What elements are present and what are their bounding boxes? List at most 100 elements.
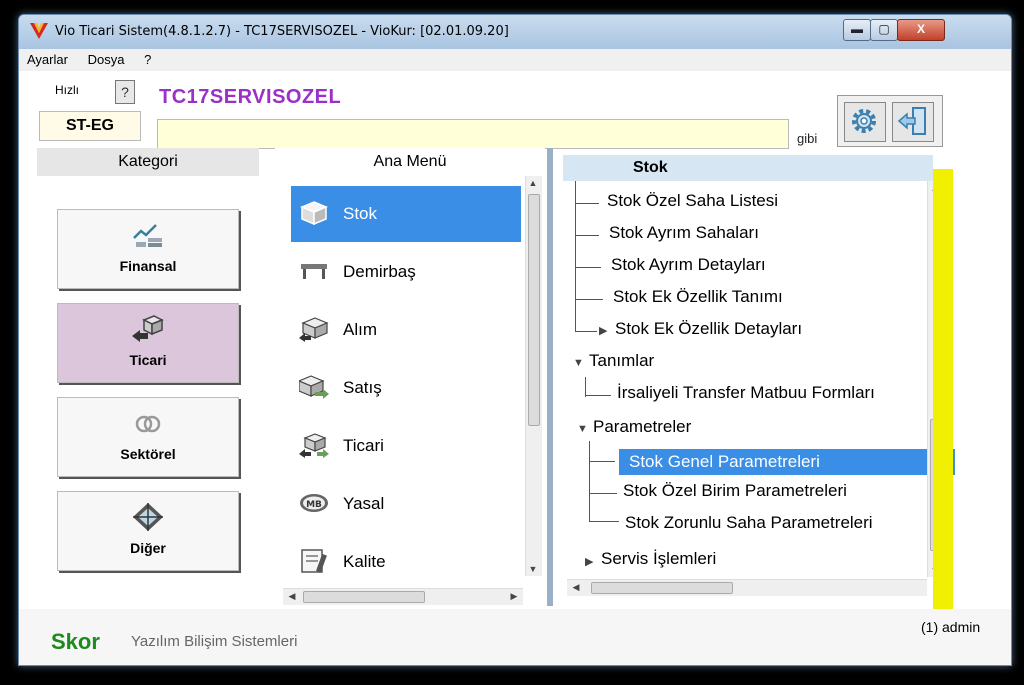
scroll-left-arrow-icon[interactable]: ◀ xyxy=(285,591,299,602)
menu-item-label: Kalite xyxy=(343,552,386,571)
tree-item[interactable]: Stok Ek Özellik Detayları xyxy=(615,319,802,339)
tree-line xyxy=(589,461,615,462)
diamond-icon xyxy=(133,503,163,531)
scroll-left-arrow-icon[interactable]: ◀ xyxy=(569,582,583,593)
main-menu-vscroll[interactable]: ▲ ▼ xyxy=(525,176,542,576)
brand-company: Yazılım Bilişim Sistemleri xyxy=(131,633,298,650)
exit-button[interactable] xyxy=(892,102,934,142)
category-finansal[interactable]: Finansal xyxy=(57,209,239,289)
search-input[interactable] xyxy=(157,119,789,149)
tree-item[interactable]: Stok Zorunlu Saha Parametreleri xyxy=(625,513,873,533)
window-title: Vio Ticari Sistem(4.8.1.2.7) - TC17SERVI… xyxy=(55,24,509,39)
scroll-thumb[interactable] xyxy=(303,591,425,603)
tree-item[interactable]: Stok Özel Birim Parametreleri xyxy=(623,481,847,501)
brand-logo: Skor xyxy=(51,629,100,654)
menu-item-stok[interactable]: Stok xyxy=(291,186,521,242)
main-menu-header: Ana Menü xyxy=(275,148,545,176)
tree-item[interactable]: Stok Ek Özellik Tanımı xyxy=(613,287,783,307)
category-label: Finansal xyxy=(119,258,177,274)
tree-node-servis[interactable]: Servis İşlemleri xyxy=(601,549,716,569)
gibi-label: gibi xyxy=(797,131,818,146)
expand-arrow-icon[interactable]: ▶ xyxy=(599,324,607,337)
menu-item-label: Alım xyxy=(343,320,377,339)
rings-icon xyxy=(135,415,161,433)
tree-line xyxy=(585,377,586,397)
tree-hscroll[interactable]: ◀ xyxy=(567,579,927,596)
scroll-right-arrow-icon[interactable]: ▶ xyxy=(507,591,521,602)
tree-item[interactable]: Stok Özel Saha Listesi xyxy=(607,191,778,211)
main-menu-list: Stok Demirbaş Alım Satış Ticari MB Yasal… xyxy=(275,176,543,606)
hizli-label: Hızlı xyxy=(55,83,79,97)
category-label: Diğer xyxy=(130,540,166,556)
menu-item-label: Ticari xyxy=(343,436,384,455)
help-button[interactable]: ? xyxy=(115,80,135,104)
tree-line xyxy=(575,331,597,332)
table-icon xyxy=(301,264,327,279)
tree-line xyxy=(589,441,590,521)
category-sektorel[interactable]: Sektörel xyxy=(57,397,239,477)
toolbar-group xyxy=(837,95,943,147)
stok-header-label: Stok xyxy=(633,159,668,176)
menu-item-satis[interactable]: Satış xyxy=(291,360,521,416)
current-user: (1) admin xyxy=(921,619,981,635)
chart-coins-icon xyxy=(133,224,162,247)
tree-line xyxy=(575,235,599,236)
expand-arrow-icon[interactable]: ▶ xyxy=(585,555,593,568)
menu-item-label: Demirbaş xyxy=(343,262,416,281)
menu-item-label: Yasal xyxy=(343,494,385,513)
category-ticari[interactable]: Ticari xyxy=(57,303,239,383)
svg-text:MB: MB xyxy=(306,500,322,510)
maximize-button[interactable]: ▢ xyxy=(870,19,898,41)
status-bar: Skor Yazılım Bilişim Sistemleri (1) admi… xyxy=(19,609,1011,665)
category-label: Sektörel xyxy=(120,446,176,462)
splitter[interactable] xyxy=(547,148,553,606)
category-header: Kategori xyxy=(37,148,259,176)
scroll-down-arrow-icon[interactable]: ▼ xyxy=(526,564,540,574)
menu-item-ticari[interactable]: Ticari xyxy=(291,418,521,474)
tree-item-selected[interactable]: Stok Genel Parametreleri xyxy=(619,449,955,475)
stok-tree: Stok Özel Saha Listesi Stok Ayrım Sahala… xyxy=(563,181,955,601)
scroll-thumb[interactable] xyxy=(591,582,733,594)
menu-item-yasal[interactable]: MB Yasal xyxy=(291,476,521,532)
trade-box-icon xyxy=(299,433,329,458)
gear-icon xyxy=(852,109,876,133)
collapse-arrow-icon[interactable]: ▼ xyxy=(577,423,588,435)
stok-header: Stok xyxy=(563,155,933,181)
tools-icon xyxy=(301,549,327,573)
trade-box-icon xyxy=(132,315,164,342)
category-label: Ticari xyxy=(129,352,167,368)
menu-dosya[interactable]: Dosya xyxy=(80,49,133,67)
tree-line xyxy=(575,203,599,204)
company-name: TC17SERVISOZEL xyxy=(159,86,342,108)
scroll-up-arrow-icon[interactable]: ▲ xyxy=(526,178,540,188)
tree-item[interactable]: Stok Ayrım Detayları xyxy=(611,255,766,275)
collapse-arrow-icon[interactable]: ▼ xyxy=(573,357,584,369)
tree-node-tanimlar[interactable]: Tanımlar xyxy=(589,351,654,371)
main-menu-hscroll[interactable]: ◀ ▶ xyxy=(283,588,523,605)
category-diger[interactable]: Diğer xyxy=(57,491,239,571)
tree-line xyxy=(575,267,601,268)
menu-ayarlar[interactable]: Ayarlar xyxy=(19,49,76,67)
tree-item[interactable]: İrsaliyeli Transfer Matbuu Formları xyxy=(617,383,875,403)
tree-line xyxy=(575,299,603,300)
menu-item-demirbas[interactable]: Demirbaş xyxy=(291,244,521,300)
title-bar[interactable]: Vio Ticari Sistem(4.8.1.2.7) - TC17SERVI… xyxy=(19,15,1011,49)
box-in-icon xyxy=(299,317,329,342)
box-out-icon xyxy=(299,375,329,399)
tree-item[interactable]: Stok Ayrım Sahaları xyxy=(609,223,759,243)
menu-item-alim[interactable]: Alım xyxy=(291,302,521,358)
settings-button[interactable] xyxy=(844,102,886,142)
tree-line xyxy=(589,521,619,522)
box-icon xyxy=(300,201,328,226)
app-window: Vio Ticari Sistem(4.8.1.2.7) - TC17SERVI… xyxy=(18,14,1012,666)
exit-door-icon xyxy=(897,107,926,135)
mb-badge-icon: MB xyxy=(300,494,328,512)
menu-help[interactable]: ? xyxy=(136,49,159,67)
minimize-button[interactable]: ▬ xyxy=(843,19,871,41)
close-button[interactable]: X xyxy=(897,19,945,41)
scroll-thumb[interactable] xyxy=(528,194,540,426)
tree-line xyxy=(589,493,617,494)
tree-node-parametreler[interactable]: Parametreler xyxy=(593,417,691,437)
code-field[interactable]: ST-EG xyxy=(39,111,141,141)
menu-item-kalite[interactable]: Kalite xyxy=(291,534,521,590)
